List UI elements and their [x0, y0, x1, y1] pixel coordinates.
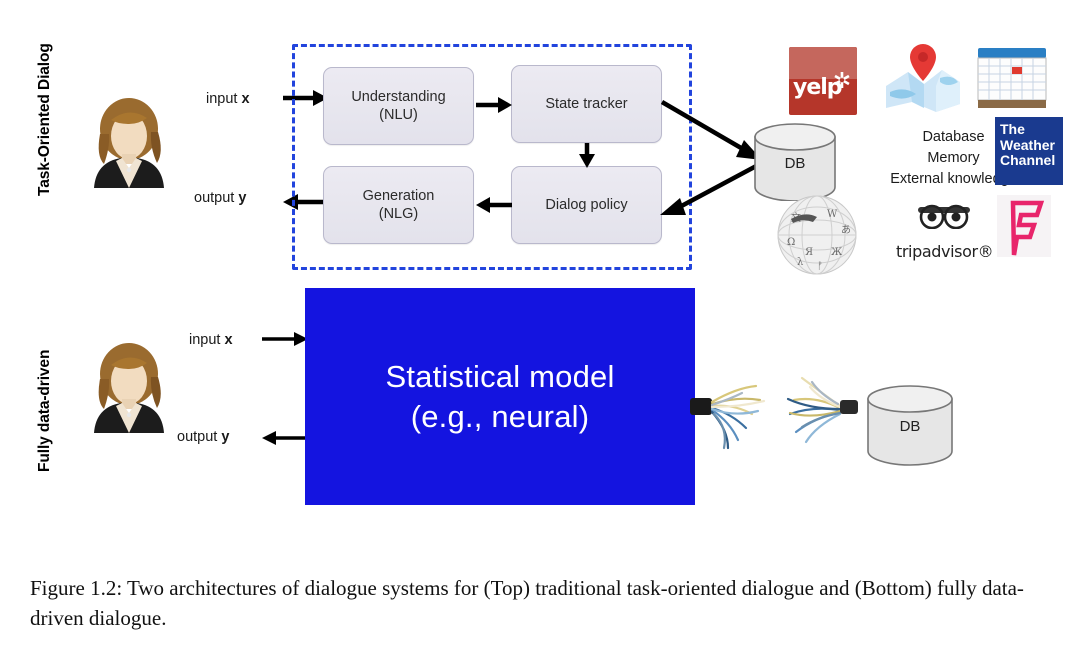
input-label-top: input x [206, 91, 250, 107]
input-label-bottom-text: input [189, 332, 225, 348]
svg-text:W: W [827, 209, 838, 220]
module-understanding-nlu[interactable]: Understanding (NLU) [323, 67, 474, 145]
figure-caption: Figure 1.2: Two architectures of dialogu… [30, 576, 1024, 630]
input-var-x-top: x [241, 91, 250, 107]
input-label-top-text: input [206, 91, 242, 107]
arrow-model-to-output [262, 431, 308, 445]
svg-text:あ: あ [841, 224, 851, 236]
output-label-bottom-text: output [177, 429, 222, 445]
model-box-line2: (e.g., neural) [410, 398, 590, 434]
module-nlu-line1: Understanding [351, 88, 446, 105]
module-dialog-policy-line1: Dialog policy [545, 196, 628, 213]
input-label-bottom: input x [189, 332, 233, 348]
module-nlg-line2: (NLG) [378, 206, 419, 222]
foursquare-logo-icon [997, 195, 1051, 257]
weather-logo-line3: Channel [1000, 152, 1056, 169]
output-var-y-top: y [238, 190, 247, 206]
svg-text:λ: λ [797, 257, 804, 268]
weather-logo-line2: Weather [1000, 136, 1055, 153]
user-avatar-top [94, 98, 164, 188]
arrow-db-to-dialog-policy [660, 162, 762, 215]
frayed-cable-connector [690, 376, 858, 450]
model-box-line1: Statistical model [385, 358, 615, 394]
weather-logo-line1: The [1000, 121, 1025, 137]
arrow-dialog-policy-to-nlg [476, 197, 512, 213]
tripadvisor-wordmark: tripadvisor® [896, 242, 994, 261]
module-dialog-policy[interactable]: Dialog policy [511, 166, 662, 244]
svg-text:ᚠ: ᚠ [817, 261, 823, 272]
arrow-input-to-model [262, 332, 308, 346]
tripadvisor-logo-icon: tripadvisor® [896, 203, 994, 261]
maps-logo-icon [886, 44, 960, 112]
output-label-top-text: output [194, 190, 239, 206]
database-label-bottom: DB [899, 418, 921, 435]
output-var-y-bottom: y [221, 429, 230, 445]
svg-text:Ж: Ж [831, 247, 843, 258]
module-state-tracker[interactable]: State tracker [511, 65, 662, 143]
module-nlu-line2: (NLU) [379, 107, 418, 123]
calendar-logo-icon [977, 48, 1047, 108]
module-nlg-line1: Generation [362, 187, 435, 204]
figure-container: Task-Oriented Dialog input x output y Un… [0, 0, 1080, 662]
database-cylinder-bottom: DB [865, 384, 955, 466]
output-label-top: output y [194, 190, 246, 206]
section-label-task-oriented: Task-Oriented Dialog [36, 43, 53, 196]
arrow-nlu-to-state-tracker [476, 97, 512, 113]
database-label-top: DB [784, 155, 806, 172]
arrow-state-tracker-to-db [660, 100, 762, 160]
user-avatar-bottom [94, 343, 164, 433]
input-var-x-bottom: x [224, 332, 233, 348]
database-cylinder-top: DB [752, 123, 838, 202]
section-label-fully-data-driven: Fully data-driven [36, 349, 53, 472]
svg-text:Ω: Ω [787, 237, 795, 248]
output-label-bottom: output y [177, 429, 229, 445]
yelp-logo-icon: yelp ✲ [789, 47, 857, 115]
weather-channel-logo-icon: The Weather Channel [995, 117, 1063, 185]
module-generation-nlg[interactable]: Generation (NLG) [323, 166, 474, 244]
module-state-tracker-line1: State tracker [545, 95, 628, 112]
statistical-model-box[interactable]: Statistical model (e.g., neural) [305, 288, 695, 505]
svg-text:Я: Я [805, 247, 813, 258]
wikipedia-logo-icon: 文 W あ Ω Я Ж ᚠ λ [777, 195, 857, 275]
arrow-state-tracker-to-dialog-policy [579, 143, 595, 168]
yelp-burst-icon: ✲ [832, 68, 852, 93]
